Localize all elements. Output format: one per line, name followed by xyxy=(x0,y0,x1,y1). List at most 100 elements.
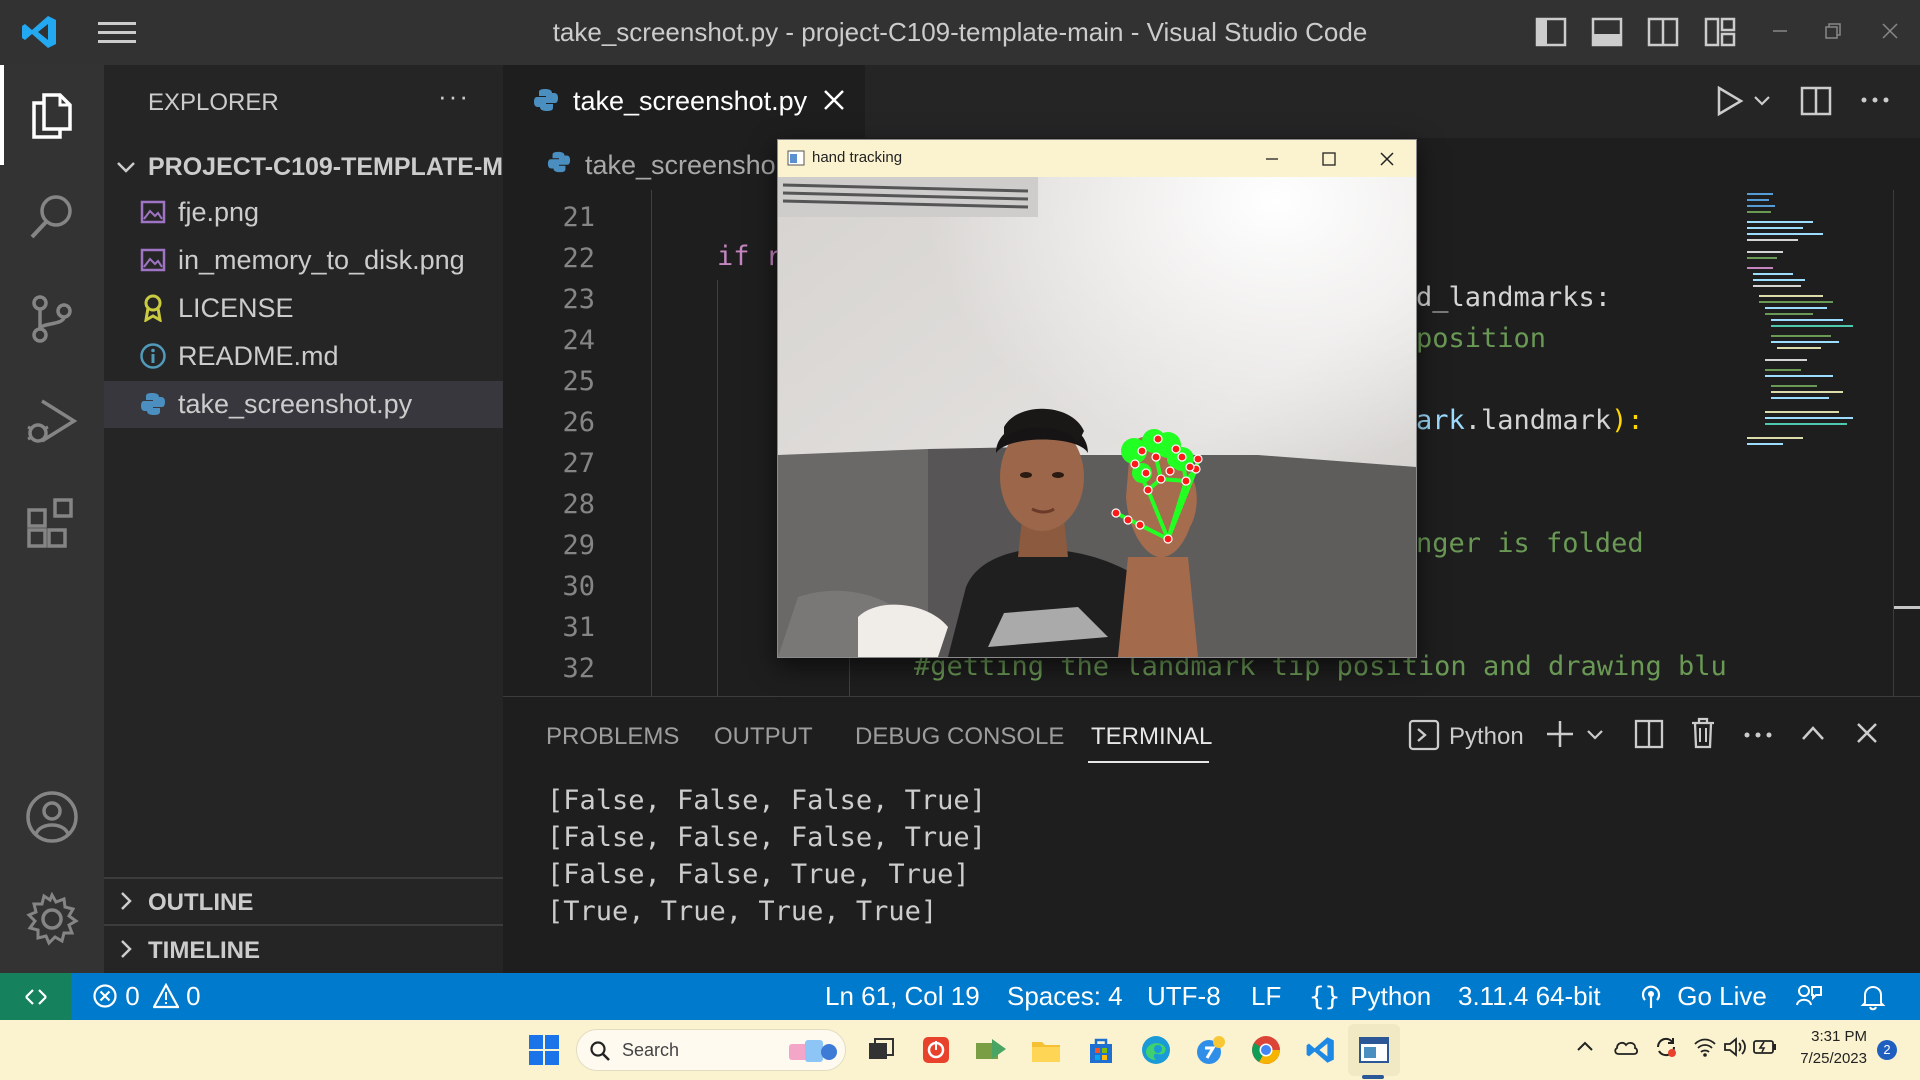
minimize-icon[interactable] xyxy=(1771,22,1789,40)
problems-indicator[interactable]: 0 0 xyxy=(92,973,201,1020)
file-explorer-icon[interactable] xyxy=(1026,1030,1066,1070)
code-if-keyword: if r xyxy=(717,241,783,272)
file-item-take-screenshot[interactable]: take_screenshot.py xyxy=(104,381,503,428)
python-icon xyxy=(547,150,571,174)
run-debug-icon[interactable] xyxy=(0,371,104,471)
file-name: in_memory_to_disk.png xyxy=(178,245,465,275)
close-icon[interactable] xyxy=(1379,151,1395,167)
notification-count-badge[interactable]: 2 xyxy=(1877,1040,1897,1060)
terminal-line: [False, False, True, True] xyxy=(547,859,970,890)
terminal-profile-label[interactable]: Python xyxy=(1449,723,1524,751)
cursor-position[interactable]: Ln 61, Col 19 xyxy=(825,973,980,1020)
indentation[interactable]: Spaces: 4 xyxy=(1007,973,1123,1020)
tab-problems[interactable]: PROBLEMS xyxy=(546,723,679,751)
close-icon[interactable] xyxy=(1881,22,1899,40)
toggle-sidebar-icon[interactable] xyxy=(1535,16,1567,48)
windows-start-icon[interactable] xyxy=(524,1030,564,1070)
file-name: take_screenshot.py xyxy=(178,389,413,419)
status-bar: 0 0 Ln 61, Col 19 Spaces: 4 UTF-8 LF {} P… xyxy=(0,973,1920,1020)
language-mode[interactable]: {} Python xyxy=(1309,973,1431,1020)
edge-browser-icon[interactable] xyxy=(1136,1030,1176,1070)
project-folder-header[interactable]: PROJECT-C109-TEMPLATE-M... xyxy=(104,147,524,187)
close-panel-icon[interactable] xyxy=(1856,722,1878,744)
app-red-icon[interactable] xyxy=(916,1030,956,1070)
file-item-license[interactable]: LICENSE xyxy=(104,285,503,332)
python-interpreter[interactable]: 3.11.4 64-bit xyxy=(1458,973,1601,1020)
file-item-fje[interactable]: fje.png xyxy=(104,189,503,236)
tab-debug-console[interactable]: DEBUG CONSOLE xyxy=(855,723,1064,751)
broadcast-icon xyxy=(1641,985,1661,1009)
breadcrumb-file[interactable]: take_screensho xyxy=(585,150,776,181)
go-live-button[interactable]: Go Live xyxy=(1638,973,1767,1020)
file-name: fje.png xyxy=(178,197,260,227)
toggle-panel-icon[interactable] xyxy=(1591,16,1623,48)
minimap[interactable] xyxy=(1743,190,1863,450)
explorer-icon[interactable] xyxy=(0,65,104,165)
kill-terminal-trash-icon[interactable] xyxy=(1690,717,1716,749)
tab-output[interactable]: OUTPUT xyxy=(714,723,813,751)
remote-indicator[interactable] xyxy=(0,973,71,1020)
outline-section[interactable]: OUTLINE xyxy=(104,881,503,925)
timeline-section[interactable]: TIMELINE xyxy=(104,927,503,971)
split-editor-icon[interactable] xyxy=(1800,86,1832,116)
hand-tracking-title-bar[interactable]: hand tracking xyxy=(778,140,1416,177)
file-item-in-memory-to-disk[interactable]: in_memory_to_disk.png xyxy=(104,237,503,284)
sync-icon[interactable] xyxy=(1654,1035,1678,1059)
end-of-line[interactable]: LF xyxy=(1251,973,1281,1020)
scrollbar-thumb[interactable] xyxy=(1894,606,1920,609)
code-line-29: nger is folded xyxy=(1416,528,1644,559)
more-actions-icon[interactable] xyxy=(1860,96,1890,104)
run-dropdown-chevron-icon[interactable] xyxy=(1753,95,1771,107)
clock-time[interactable]: 3:31 PM xyxy=(1787,1028,1867,1045)
onedrive-cloud-icon[interactable] xyxy=(1613,1038,1639,1056)
section-divider xyxy=(104,877,503,879)
search-icon[interactable] xyxy=(0,167,104,267)
feedback-icon[interactable] xyxy=(1795,983,1823,1011)
customize-layout-icon[interactable] xyxy=(1704,16,1736,48)
taskbar-search-box[interactable]: Search xyxy=(576,1029,846,1071)
battery-icon[interactable] xyxy=(1753,1039,1777,1055)
file-item-readme[interactable]: README.md xyxy=(104,333,503,380)
tray-chevron-up-icon[interactable] xyxy=(1576,1040,1594,1052)
editor-scrollbar[interactable] xyxy=(1893,190,1920,696)
source-control-icon[interactable] xyxy=(0,269,104,369)
chrome-browser-icon[interactable] xyxy=(1246,1030,1286,1070)
settings-gear-icon[interactable] xyxy=(0,869,104,969)
maximize-icon[interactable] xyxy=(1321,151,1337,167)
close-tab-icon[interactable] xyxy=(823,89,845,111)
tab-terminal[interactable]: TERMINAL xyxy=(1091,723,1212,751)
clock-date[interactable]: 7/25/2023 xyxy=(1787,1050,1867,1067)
tab-take-screenshot[interactable]: take_screenshot.py xyxy=(503,65,865,138)
terminal-line: [False, False, False, True] xyxy=(547,822,986,853)
task-view-icon[interactable] xyxy=(861,1030,901,1070)
active-tab-underline xyxy=(1088,761,1209,763)
line-number: 32 xyxy=(562,653,595,684)
terminal-dropdown-chevron-icon[interactable] xyxy=(1586,729,1604,741)
panel-more-icon[interactable] xyxy=(1743,731,1773,739)
hand-tracking-window[interactable]: hand tracking xyxy=(777,139,1417,658)
extensions-icon[interactable] xyxy=(0,473,104,573)
microsoft-store-icon[interactable] xyxy=(1081,1030,1121,1070)
minimize-icon[interactable] xyxy=(1264,151,1280,167)
vscode-taskbar-icon[interactable] xyxy=(1301,1030,1341,1070)
app-green-icon[interactable] xyxy=(971,1030,1011,1070)
blue-app-icon[interactable] xyxy=(1191,1030,1231,1070)
more-actions-button[interactable]: ··· xyxy=(438,81,470,112)
maximize-panel-chevron-up-icon[interactable] xyxy=(1801,725,1825,741)
window-title: take_screenshot.py - project-C109-templa… xyxy=(552,17,1368,47)
restore-icon[interactable] xyxy=(1824,22,1842,40)
volume-icon[interactable] xyxy=(1723,1037,1747,1057)
toggle-secondary-sidebar-icon[interactable] xyxy=(1647,16,1679,48)
encoding[interactable]: UTF-8 xyxy=(1147,973,1221,1020)
line-number: 30 xyxy=(562,571,595,602)
image-icon xyxy=(138,245,168,275)
python-window-icon[interactable] xyxy=(1354,1030,1394,1070)
split-terminal-icon[interactable] xyxy=(1634,719,1664,749)
account-icon[interactable] xyxy=(0,767,104,867)
warning-icon xyxy=(152,983,179,1009)
run-file-icon[interactable] xyxy=(1716,85,1744,117)
wifi-icon[interactable] xyxy=(1693,1037,1717,1057)
notifications-bell-icon[interactable] xyxy=(1860,983,1886,1011)
new-terminal-icon[interactable] xyxy=(1545,719,1575,749)
search-icon xyxy=(589,1040,611,1062)
